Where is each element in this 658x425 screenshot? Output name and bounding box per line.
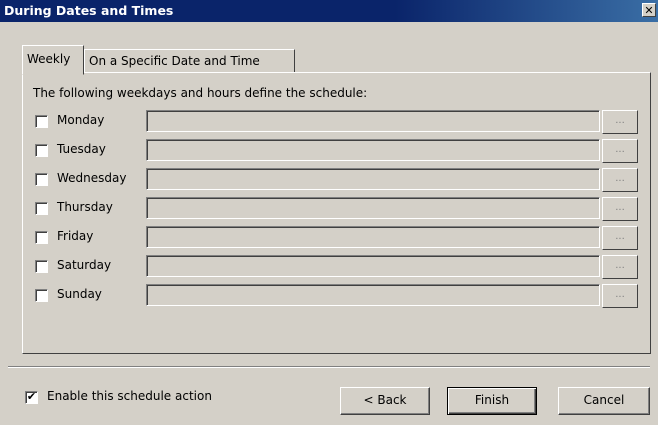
tuesday-label: Tuesday [57, 142, 106, 156]
monday-browse-button[interactable]: ... [602, 110, 638, 134]
thursday-label: Thursday [57, 200, 113, 214]
wednesday-browse-button[interactable]: ... [602, 168, 638, 192]
title-bar[interactable]: During Dates and Times ✕ [0, 0, 658, 22]
wednesday-checkbox[interactable] [35, 173, 48, 186]
saturday-browse-button[interactable]: ... [602, 255, 638, 279]
monday-label: Monday [57, 113, 105, 127]
thursday-browse-button[interactable]: ... [602, 197, 638, 221]
wednesday-label: Wednesday [57, 171, 127, 185]
finish-button[interactable]: Finish [447, 387, 537, 415]
tuesday-browse-button[interactable]: ... [602, 139, 638, 163]
friday-label: Friday [57, 229, 94, 243]
enable-schedule-label: Enable this schedule action [47, 389, 212, 403]
enable-schedule-checkbox[interactable]: ✔ [25, 391, 38, 404]
sunday-label: Sunday [57, 287, 102, 301]
close-icon[interactable]: ✕ [642, 3, 656, 17]
cancel-button[interactable]: Cancel [558, 387, 650, 415]
back-button[interactable]: < Back [340, 387, 430, 415]
saturday-hours-field[interactable] [146, 255, 600, 277]
dialog-window: During Dates and Times ✕ Weekly On a Spe… [0, 0, 658, 425]
sunday-checkbox[interactable] [35, 289, 48, 302]
thursday-hours-field[interactable] [146, 197, 600, 219]
tuesday-checkbox[interactable] [35, 144, 48, 157]
monday-checkbox[interactable] [35, 115, 48, 128]
saturday-label: Saturday [57, 258, 112, 272]
saturday-checkbox[interactable] [35, 260, 48, 273]
friday-checkbox[interactable] [35, 231, 48, 244]
thursday-checkbox[interactable] [35, 202, 48, 215]
tab-specific-date-time[interactable]: On a Specific Date and Time [84, 49, 295, 73]
footer-separator [8, 366, 650, 368]
friday-browse-button[interactable]: ... [602, 226, 638, 250]
sunday-browse-button[interactable]: ... [602, 284, 638, 308]
tab-weekly[interactable]: Weekly [22, 45, 84, 75]
window-title: During Dates and Times [4, 3, 174, 18]
panel-description: The following weekdays and hours define … [33, 86, 368, 100]
friday-hours-field[interactable] [146, 226, 600, 248]
wednesday-hours-field[interactable] [146, 168, 600, 190]
sunday-hours-field[interactable] [146, 284, 600, 306]
tuesday-hours-field[interactable] [146, 139, 600, 161]
monday-hours-field[interactable] [146, 110, 600, 132]
